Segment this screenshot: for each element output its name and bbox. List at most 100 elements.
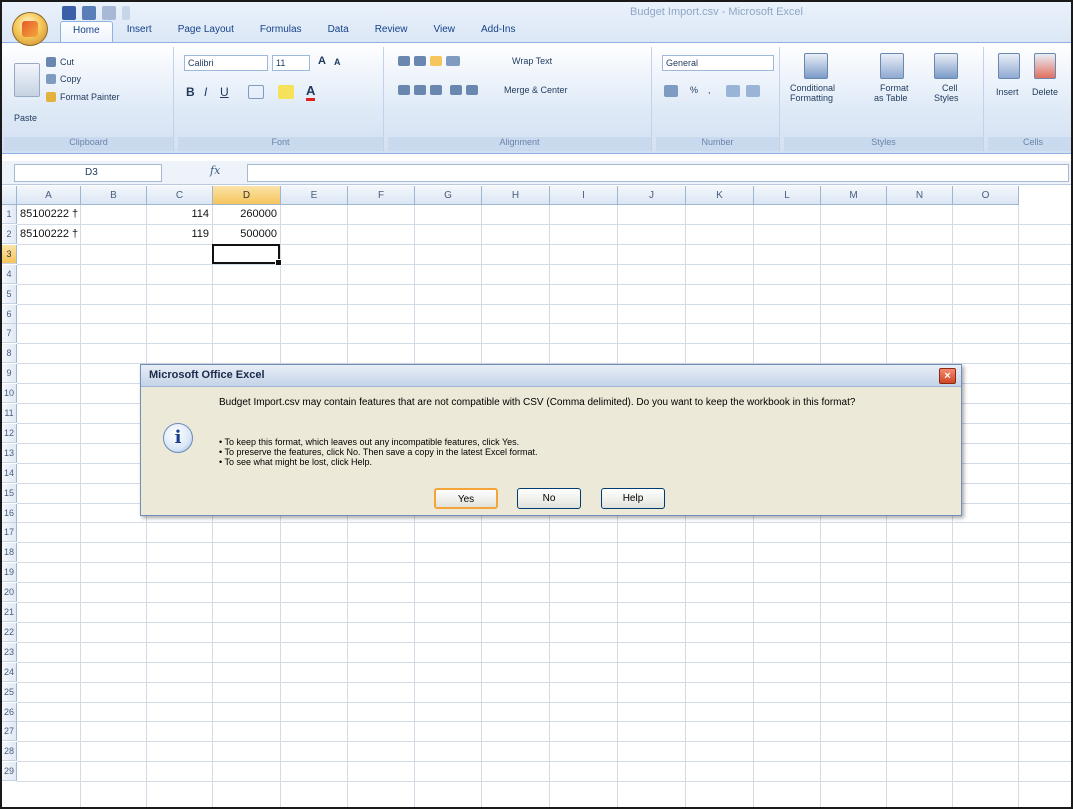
copy-icon[interactable] [46,74,56,84]
percent-style-button[interactable]: % [690,85,698,95]
row-header-29[interactable]: 29 [2,762,17,782]
column-header-b[interactable]: B [81,186,147,205]
row-header-19[interactable]: 19 [2,563,17,583]
row-header-22[interactable]: 22 [2,622,17,642]
row-header-6[interactable]: 6 [2,304,17,324]
cell-d1[interactable]: 260000 [213,205,277,224]
comma-style-button[interactable]: , [708,85,711,95]
font-color-icon[interactable]: A [306,83,316,101]
active-cell-selection[interactable] [212,243,282,266]
wrap-text-button[interactable]: Wrap Text [512,56,552,66]
format-painter-icon[interactable] [46,92,56,102]
yes-button[interactable]: Yes [434,488,498,509]
row-header-4[interactable]: 4 [2,264,17,284]
column-header-i[interactable]: I [550,186,618,205]
orientation-icon[interactable] [446,56,460,66]
insert-cells-icon[interactable] [998,53,1020,79]
decrease-decimal-icon[interactable] [746,85,760,97]
paste-button[interactable]: Paste [14,113,37,123]
cell-styles-label2[interactable]: Styles [934,93,959,103]
column-header-n[interactable]: N [887,186,953,205]
conditional-formatting-label1[interactable]: Conditional [790,83,835,93]
borders-icon[interactable] [248,85,264,99]
align-right-icon[interactable] [430,85,442,95]
no-button[interactable]: No [517,488,581,509]
row-header-3[interactable]: 3 [2,244,17,264]
row-header-27[interactable]: 27 [2,722,17,742]
paste-icon[interactable] [14,63,40,97]
align-middle-icon[interactable] [414,56,426,66]
row-header-1[interactable]: 1 [2,205,17,224]
row-header-20[interactable]: 20 [2,583,17,603]
column-header-o[interactable]: O [953,186,1019,205]
column-header-g[interactable]: G [415,186,482,205]
format-as-table-icon[interactable] [880,53,904,79]
increase-indent-icon[interactable] [466,85,478,95]
bold-button[interactable]: B [186,85,195,99]
row-header-7[interactable]: 7 [2,324,17,344]
column-header-j[interactable]: J [618,186,686,205]
row-header-10[interactable]: 10 [2,384,17,404]
grow-font-button[interactable]: A [318,55,326,67]
cell-c2[interactable]: 119 [147,225,209,244]
copy-button[interactable]: Copy [60,74,81,84]
row-header-16[interactable]: 16 [2,503,17,523]
cell-a1[interactable]: 85100222 † [20,205,78,224]
column-header-c[interactable]: C [147,186,213,205]
align-bottom-icon[interactable] [430,56,442,66]
format-painter-button[interactable]: Format Painter [60,92,120,102]
cell-styles-icon[interactable] [934,53,958,79]
column-header-m[interactable]: M [821,186,887,205]
tab-formulas[interactable]: Formulas [248,21,314,42]
help-button[interactable]: Help [601,488,665,509]
row-header-28[interactable]: 28 [2,742,17,762]
cut-icon[interactable] [46,57,56,67]
cell-c1[interactable]: 114 [147,205,209,224]
row-header-14[interactable]: 14 [2,463,17,483]
cell-styles-label1[interactable]: Cell [942,83,958,93]
row-header-15[interactable]: 15 [2,483,17,503]
row-header-2[interactable]: 2 [2,224,17,244]
fill-color-icon[interactable] [278,85,294,99]
tab-view[interactable]: View [421,21,467,42]
row-header-8[interactable]: 8 [2,344,17,364]
font-name-select[interactable]: Calibri [184,55,268,71]
tab-insert[interactable]: Insert [115,21,164,42]
merge-center-button[interactable]: Merge & Center [504,85,568,95]
office-button[interactable] [12,12,48,46]
name-box[interactable]: D3 [14,164,162,182]
row-header-11[interactable]: 11 [2,404,17,423]
tab-data[interactable]: Data [316,21,361,42]
font-size-select[interactable]: 11 [272,55,310,71]
align-left-icon[interactable] [398,85,410,95]
italic-button[interactable]: I [204,85,207,99]
column-header-a[interactable]: A [17,186,81,205]
column-header-l[interactable]: L [754,186,821,205]
conditional-formatting-icon[interactable] [804,53,828,79]
column-header-d[interactable]: D [213,186,281,205]
underline-button[interactable]: U [220,85,229,99]
row-header-5[interactable]: 5 [2,284,17,304]
row-header-17[interactable]: 17 [2,523,17,543]
row-header-18[interactable]: 18 [2,543,17,563]
accounting-format-icon[interactable] [664,85,678,97]
row-header-21[interactable]: 21 [2,603,17,622]
format-as-table-label2[interactable]: as Table [874,93,907,103]
row-header-23[interactable]: 23 [2,642,17,662]
number-format-select[interactable]: General [662,55,774,71]
tab-page-layout[interactable]: Page Layout [166,21,246,42]
row-header-25[interactable]: 25 [2,682,17,702]
insert-cells-button[interactable]: Insert [996,87,1019,97]
align-center-icon[interactable] [414,85,426,95]
column-header-f[interactable]: F [348,186,415,205]
insert-function-button[interactable]: fx [180,164,240,182]
tab-add-ins[interactable]: Add-Ins [469,21,527,42]
dialog-close-button[interactable]: × [939,368,956,384]
tab-review[interactable]: Review [363,21,420,42]
delete-cells-button[interactable]: Delete [1032,87,1058,97]
row-header-13[interactable]: 13 [2,443,17,463]
column-header-h[interactable]: H [482,186,550,205]
row-header-9[interactable]: 9 [2,364,17,384]
row-header-26[interactable]: 26 [2,702,17,722]
conditional-formatting-label2[interactable]: Formatting [790,93,833,103]
